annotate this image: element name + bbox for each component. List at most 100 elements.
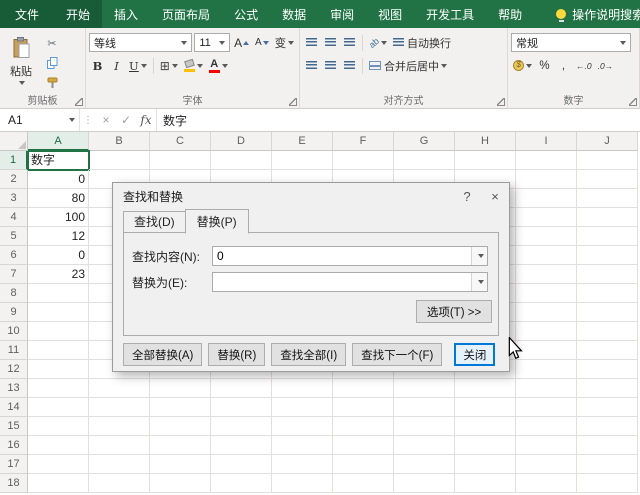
cell-C13[interactable] — [150, 379, 211, 398]
ribbon-tab-page-layout[interactable]: 页面布局 — [150, 0, 222, 28]
column-header-G[interactable]: G — [394, 132, 455, 151]
formula-input[interactable]: 数字 — [156, 109, 640, 131]
cell-F15[interactable] — [333, 417, 394, 436]
fill-color-button[interactable] — [182, 56, 205, 75]
cell-J2[interactable] — [577, 170, 638, 189]
cell-H18[interactable] — [455, 474, 516, 493]
cell-I9[interactable] — [516, 303, 577, 322]
cell-E17[interactable] — [272, 455, 333, 474]
dialog-help-button[interactable]: ? — [453, 183, 481, 209]
row-header-5[interactable]: 5 — [0, 227, 28, 246]
cell-J16[interactable] — [577, 436, 638, 455]
row-header-12[interactable]: 12 — [0, 360, 28, 379]
ribbon-tab-view[interactable]: 视图 — [366, 0, 414, 28]
cell-B1[interactable] — [89, 151, 150, 170]
cell-J9[interactable] — [577, 303, 638, 322]
cell-F13[interactable] — [333, 379, 394, 398]
cell-E15[interactable] — [272, 417, 333, 436]
cell-I7[interactable] — [516, 265, 577, 284]
cell-I18[interactable] — [516, 474, 577, 493]
column-header-E[interactable]: E — [272, 132, 333, 151]
cell-J12[interactable] — [577, 360, 638, 379]
cell-J18[interactable] — [577, 474, 638, 493]
cell-I16[interactable] — [516, 436, 577, 455]
ribbon-tab-insert[interactable]: 插入 — [102, 0, 150, 28]
phonetic-guide-button[interactable]: 变 — [273, 33, 296, 52]
align-left-button[interactable] — [303, 56, 320, 75]
find-all-button[interactable]: 查找全部(I) — [271, 343, 346, 366]
options-button[interactable]: 选项(T) >> — [416, 300, 492, 323]
font-dialog-launcher-icon[interactable] — [289, 98, 297, 106]
cell-A8[interactable] — [28, 284, 89, 303]
cell-F14[interactable] — [333, 398, 394, 417]
cell-C14[interactable] — [150, 398, 211, 417]
cell-B18[interactable] — [89, 474, 150, 493]
cell-F16[interactable] — [333, 436, 394, 455]
file-tab[interactable]: 文件 — [0, 0, 54, 28]
cell-D16[interactable] — [211, 436, 272, 455]
ribbon-tab-review[interactable]: 审阅 — [318, 0, 366, 28]
row-header-3[interactable]: 3 — [0, 189, 28, 208]
cell-J5[interactable] — [577, 227, 638, 246]
cell-I17[interactable] — [516, 455, 577, 474]
cell-A1[interactable]: 数字 — [28, 151, 89, 170]
cell-J17[interactable] — [577, 455, 638, 474]
cell-E1[interactable] — [272, 151, 333, 170]
cell-C17[interactable] — [150, 455, 211, 474]
number-dialog-launcher-icon[interactable] — [629, 98, 637, 106]
cell-I3[interactable] — [516, 189, 577, 208]
confirm-entry-button[interactable]: ✓ — [116, 113, 136, 127]
row-header-8[interactable]: 8 — [0, 284, 28, 303]
cell-J6[interactable] — [577, 246, 638, 265]
cell-C16[interactable] — [150, 436, 211, 455]
cell-J7[interactable] — [577, 265, 638, 284]
clipboard-dialog-launcher-icon[interactable] — [75, 98, 83, 106]
cell-I6[interactable] — [516, 246, 577, 265]
cell-I4[interactable] — [516, 208, 577, 227]
tell-me-search[interactable]: 操作说明搜索 — [546, 0, 640, 28]
cell-H14[interactable] — [455, 398, 516, 417]
cell-B17[interactable] — [89, 455, 150, 474]
cell-D18[interactable] — [211, 474, 272, 493]
cell-G1[interactable] — [394, 151, 455, 170]
cell-A12[interactable] — [28, 360, 89, 379]
cell-F17[interactable] — [333, 455, 394, 474]
cell-J4[interactable] — [577, 208, 638, 227]
row-header-11[interactable]: 11 — [0, 341, 28, 360]
borders-button[interactable]: ⊞ — [158, 56, 180, 75]
cell-J14[interactable] — [577, 398, 638, 417]
cell-A9[interactable] — [28, 303, 89, 322]
insert-function-button[interactable]: fx — [136, 113, 156, 127]
cell-J3[interactable] — [577, 189, 638, 208]
row-header-2[interactable]: 2 — [0, 170, 28, 189]
cell-G17[interactable] — [394, 455, 455, 474]
ribbon-tab-data[interactable]: 数据 — [270, 0, 318, 28]
font-name-combobox[interactable]: 等线 — [89, 33, 192, 52]
format-painter-button[interactable] — [41, 74, 63, 92]
cell-I10[interactable] — [516, 322, 577, 341]
column-header-H[interactable]: H — [455, 132, 516, 151]
cancel-entry-button[interactable]: × — [96, 113, 116, 127]
column-header-J[interactable]: J — [577, 132, 638, 151]
cell-B16[interactable] — [89, 436, 150, 455]
row-header-7[interactable]: 7 — [0, 265, 28, 284]
cell-I8[interactable] — [516, 284, 577, 303]
cell-G14[interactable] — [394, 398, 455, 417]
name-box[interactable]: A1 — [0, 109, 80, 131]
copy-button[interactable] — [41, 54, 63, 72]
cell-D1[interactable] — [211, 151, 272, 170]
close-button[interactable]: 关闭 — [454, 343, 495, 366]
cell-A14[interactable] — [28, 398, 89, 417]
accounting-format-button[interactable] — [511, 56, 534, 75]
cell-B15[interactable] — [89, 417, 150, 436]
merge-center-button[interactable]: 合并后居中 — [367, 56, 449, 75]
row-header-15[interactable]: 15 — [0, 417, 28, 436]
cell-H16[interactable] — [455, 436, 516, 455]
cell-A6[interactable]: 0 — [28, 246, 89, 265]
row-header-13[interactable]: 13 — [0, 379, 28, 398]
cell-D13[interactable] — [211, 379, 272, 398]
cell-H1[interactable] — [455, 151, 516, 170]
replace-with-input[interactable] — [213, 273, 471, 291]
cell-E18[interactable] — [272, 474, 333, 493]
cell-B13[interactable] — [89, 379, 150, 398]
